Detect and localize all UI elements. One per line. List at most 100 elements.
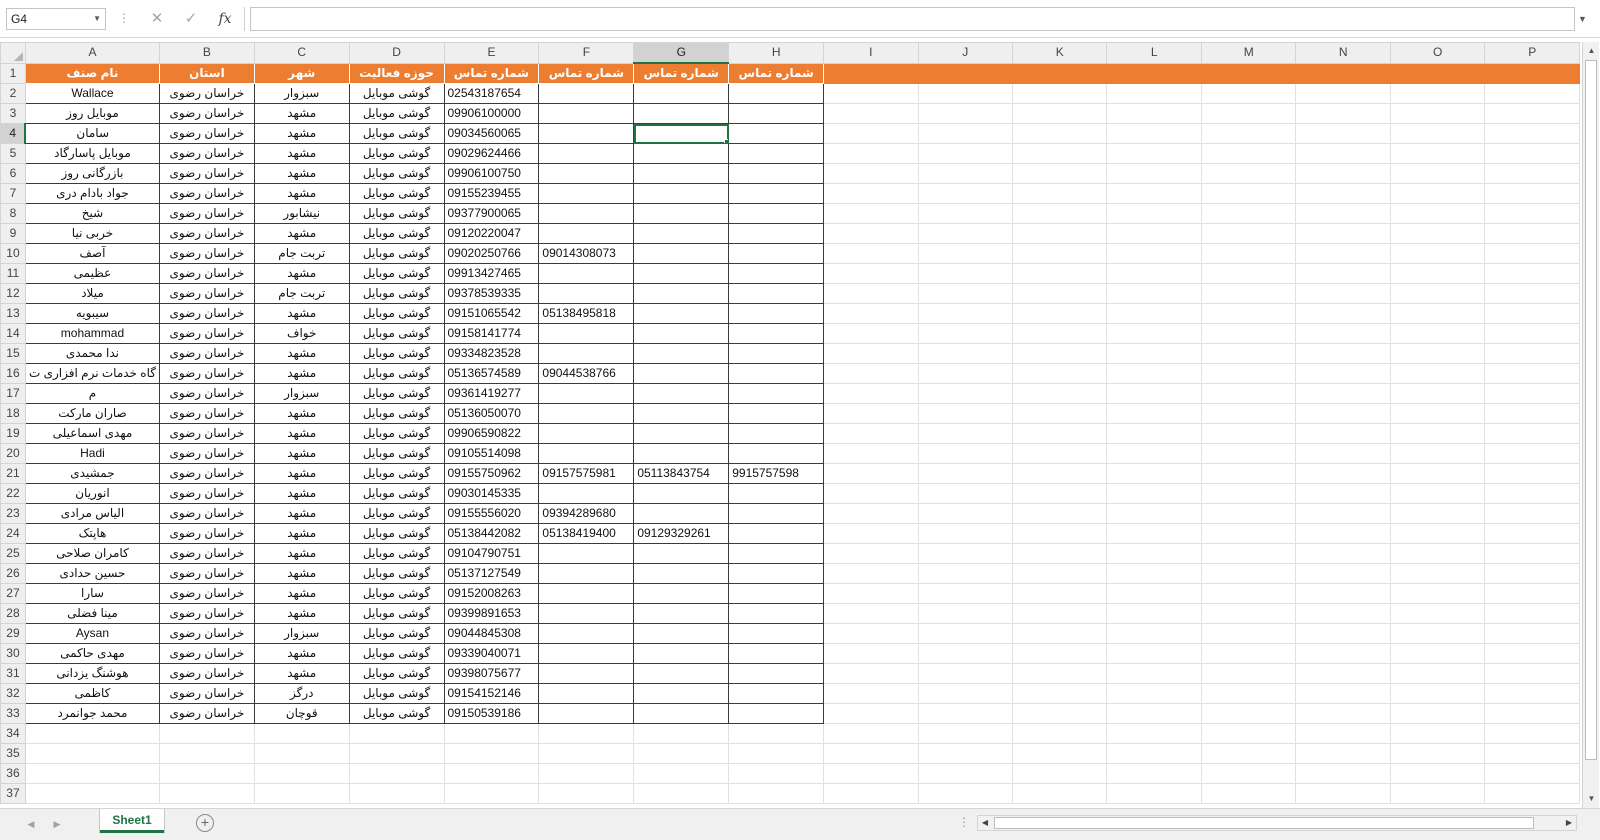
cell-e22[interactable]: 09030145335 xyxy=(443,483,540,504)
cell-m29[interactable] xyxy=(1200,623,1297,644)
cell-d31[interactable]: گوشی موبایل xyxy=(348,663,445,684)
cell-i13[interactable] xyxy=(823,303,919,324)
cell-m31[interactable] xyxy=(1200,663,1297,684)
cell-p11[interactable] xyxy=(1484,263,1580,284)
cell-n3[interactable] xyxy=(1295,103,1391,124)
cell-p31[interactable] xyxy=(1484,663,1580,684)
cell-n4[interactable] xyxy=(1295,123,1391,144)
cell-k14[interactable] xyxy=(1012,323,1108,344)
column-header-p[interactable]: P xyxy=(1484,42,1580,64)
cell-d10[interactable]: گوشی موبایل xyxy=(348,243,445,264)
cell-h6[interactable] xyxy=(728,163,825,184)
cell-j31[interactable] xyxy=(917,663,1014,684)
row-header-28[interactable]: 28 xyxy=(0,603,26,624)
cell-g6[interactable] xyxy=(633,163,730,184)
cell-m11[interactable] xyxy=(1200,263,1297,284)
cell-m27[interactable] xyxy=(1200,583,1297,604)
cell-k34[interactable] xyxy=(1012,723,1108,744)
cell-c32[interactable]: درگز xyxy=(253,683,350,704)
cell-j17[interactable] xyxy=(917,383,1014,404)
row-header-17[interactable]: 17 xyxy=(0,383,26,404)
cell-a8[interactable]: شیخ xyxy=(24,203,160,224)
cell-m16[interactable] xyxy=(1200,363,1297,384)
cell-a18[interactable]: صاران مارکت xyxy=(24,403,160,424)
cell-o7[interactable] xyxy=(1389,183,1486,204)
cell-o4[interactable] xyxy=(1389,123,1486,144)
column-title-c[interactable]: شهر xyxy=(253,62,350,84)
cell-b11[interactable]: خراسان رضوی xyxy=(158,263,255,284)
cell-o14[interactable] xyxy=(1389,323,1486,344)
cell-m17[interactable] xyxy=(1200,383,1297,404)
row-header-5[interactable]: 5 xyxy=(0,143,26,164)
cell-f5[interactable] xyxy=(538,143,635,164)
cell-n10[interactable] xyxy=(1295,243,1391,264)
cell-h10[interactable] xyxy=(728,243,825,264)
cell-l16[interactable] xyxy=(1106,363,1202,384)
cell-f28[interactable] xyxy=(538,603,635,624)
cell-h36[interactable] xyxy=(728,763,825,784)
cell-e6[interactable]: 09906100750 xyxy=(443,163,540,184)
cell-n23[interactable] xyxy=(1295,503,1391,524)
cell[interactable] xyxy=(1012,62,1108,84)
cell-d22[interactable]: گوشی موبایل xyxy=(348,483,445,504)
cancel-icon[interactable]: ✕ xyxy=(146,9,168,29)
cell-j12[interactable] xyxy=(917,283,1014,304)
cell-f10[interactable]: 09014308073 xyxy=(538,243,635,264)
cell-b6[interactable]: خراسان رضوی xyxy=(158,163,255,184)
cell-n9[interactable] xyxy=(1295,223,1391,244)
cell-k25[interactable] xyxy=(1012,543,1108,564)
cell-g23[interactable] xyxy=(633,503,730,524)
cell-g32[interactable] xyxy=(633,683,730,704)
cell-a4[interactable]: سامان xyxy=(24,123,160,144)
cell-n33[interactable] xyxy=(1295,703,1391,724)
cell-o22[interactable] xyxy=(1389,483,1486,504)
cell-j33[interactable] xyxy=(917,703,1014,724)
cell-i10[interactable] xyxy=(823,243,919,264)
cell-i20[interactable] xyxy=(823,443,919,464)
cell-e23[interactable]: 09155556020 xyxy=(443,503,540,524)
row-header-36[interactable]: 36 xyxy=(0,763,26,784)
cell-m8[interactable] xyxy=(1200,203,1297,224)
cell-n34[interactable] xyxy=(1295,723,1391,744)
cell-l4[interactable] xyxy=(1106,123,1202,144)
cell-a13[interactable]: سیبویه xyxy=(24,303,160,324)
cell-f11[interactable] xyxy=(538,263,635,284)
cell-h12[interactable] xyxy=(728,283,825,304)
previous-sheet-icon[interactable]: ◀ xyxy=(24,817,38,831)
cell-i34[interactable] xyxy=(823,723,919,744)
row-header-23[interactable]: 23 xyxy=(0,503,26,524)
cell-b32[interactable]: خراسان رضوی xyxy=(158,683,255,704)
cell-j26[interactable] xyxy=(917,563,1014,584)
cell-i19[interactable] xyxy=(823,423,919,444)
cell-a33[interactable]: محمد جوانمرد xyxy=(24,703,160,724)
vertical-scroll-thumb[interactable] xyxy=(1585,60,1597,760)
row-header-29[interactable]: 29 xyxy=(0,623,26,644)
cell-p20[interactable] xyxy=(1484,443,1580,464)
cell-b2[interactable]: خراسان رضوی xyxy=(158,83,255,104)
cell-g31[interactable] xyxy=(633,663,730,684)
cell-j5[interactable] xyxy=(917,143,1014,164)
cell-f30[interactable] xyxy=(538,643,635,664)
cell-a20[interactable]: Hadi xyxy=(24,443,160,464)
column-title-h[interactable]: شماره تماس xyxy=(728,62,825,84)
cell-l26[interactable] xyxy=(1106,563,1202,584)
cell-m26[interactable] xyxy=(1200,563,1297,584)
cell-h22[interactable] xyxy=(728,483,825,504)
cell-j4[interactable] xyxy=(917,123,1014,144)
cell-p33[interactable] xyxy=(1484,703,1580,724)
cell-j18[interactable] xyxy=(917,403,1014,424)
cell-l3[interactable] xyxy=(1106,103,1202,124)
cell-o37[interactable] xyxy=(1389,783,1486,804)
cell-o20[interactable] xyxy=(1389,443,1486,464)
cell-f3[interactable] xyxy=(538,103,635,124)
cell-e15[interactable]: 09334823528 xyxy=(443,343,540,364)
cell-b12[interactable]: خراسان رضوی xyxy=(158,283,255,304)
cell-o16[interactable] xyxy=(1389,363,1486,384)
cell-m32[interactable] xyxy=(1200,683,1297,704)
cell-k8[interactable] xyxy=(1012,203,1108,224)
cell-a5[interactable]: موبایل پاسارگاد xyxy=(24,143,160,164)
cell-j34[interactable] xyxy=(917,723,1014,744)
cell-e32[interactable]: 09154152146 xyxy=(443,683,540,704)
cell-i33[interactable] xyxy=(823,703,919,724)
cell-i17[interactable] xyxy=(823,383,919,404)
